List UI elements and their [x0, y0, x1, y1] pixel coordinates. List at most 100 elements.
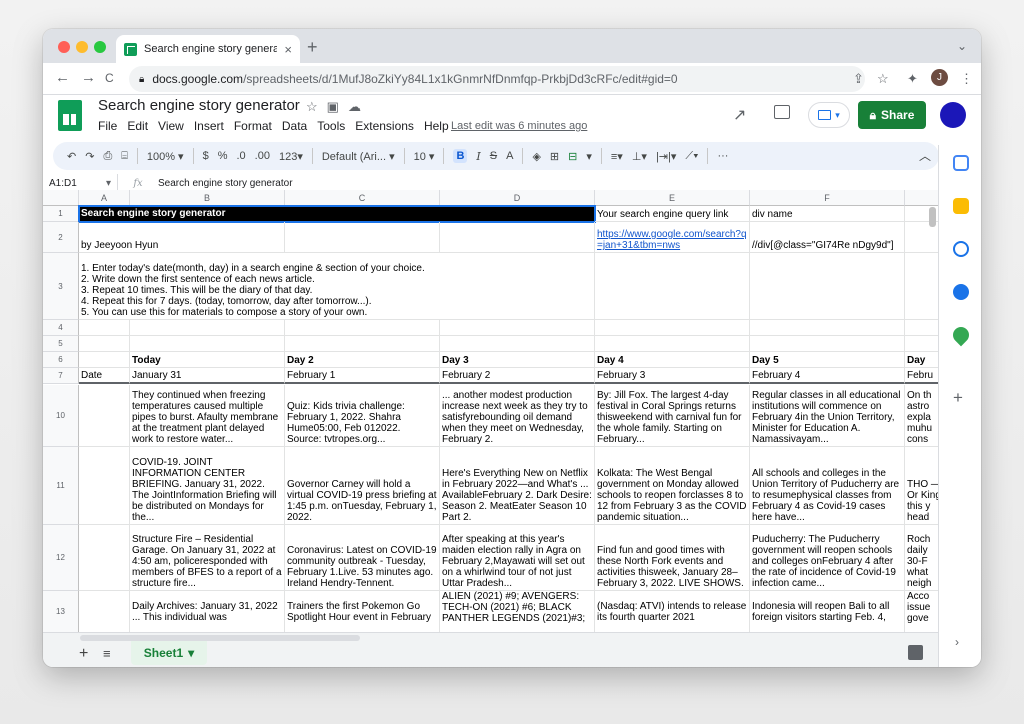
print-icon[interactable]: ⎙ [103, 150, 112, 163]
vertical-scrollbar[interactable] [929, 207, 936, 227]
news-cell[interactable]: Coronavirus: Latest on COVID-19 communit… [285, 525, 440, 591]
news-cell[interactable]: Daily Archives: January 31, 2022 ... Thi… [130, 591, 285, 632]
menu-edit[interactable]: Edit [127, 119, 148, 133]
query-link[interactable]: https://www.google.com/search?q=jan+31&t… [597, 229, 747, 251]
menu-help[interactable]: Help [424, 119, 449, 133]
more-options-button[interactable]: ··· [717, 150, 728, 162]
row-header[interactable]: 13 [43, 591, 79, 632]
menu-view[interactable]: View [158, 119, 184, 133]
news-cell[interactable]: Governor Carney will hold a virtual COVI… [285, 447, 440, 525]
column-header-e[interactable]: E [595, 190, 750, 206]
select-all-corner[interactable] [43, 190, 79, 206]
news-cell[interactable]: Quiz: Kids trivia challenge: February 1,… [285, 385, 440, 447]
extensions-puzzle-icon[interactable]: ✦ [907, 71, 918, 87]
day-header-cell[interactable]: Day 2 [285, 352, 440, 368]
cell[interactable] [595, 336, 750, 352]
text-rotate-icon[interactable]: ⟋▾ [685, 150, 698, 163]
menu-data[interactable]: Data [282, 119, 307, 133]
all-sheets-list-icon[interactable]: ≡ [103, 646, 111, 661]
row-header[interactable]: 1 [43, 206, 79, 222]
cell[interactable] [440, 336, 595, 352]
cell[interactable] [285, 320, 440, 336]
user-avatar[interactable] [940, 102, 966, 128]
close-window-icon[interactable] [58, 41, 70, 53]
cell[interactable] [79, 336, 130, 352]
date-cell[interactable]: February 1 [285, 368, 440, 384]
tasks-icon[interactable] [953, 241, 969, 257]
news-cell[interactable]: Kolkata: The West Bengal government on M… [595, 447, 750, 525]
tab-close-icon[interactable]: × [284, 42, 292, 57]
news-cell[interactable]: On th astro expla muhu cons [905, 385, 938, 447]
cell-f3[interactable] [750, 253, 905, 320]
cell[interactable] [285, 336, 440, 352]
cell[interactable] [440, 320, 595, 336]
news-cell[interactable]: Trainers the first Pokemon Go Spotlight … [285, 591, 440, 632]
date-cell[interactable]: Febru [905, 368, 938, 384]
menu-insert[interactable]: Insert [194, 119, 224, 133]
row-header[interactable]: 6 [43, 352, 79, 368]
cell[interactable] [79, 320, 130, 336]
add-sheet-button[interactable]: + [79, 645, 88, 663]
italic-button[interactable]: I [476, 150, 480, 163]
new-tab-button[interactable]: + [307, 37, 318, 58]
column-header-d[interactable]: D [440, 190, 595, 206]
day-header-cell[interactable]: Day [905, 352, 938, 368]
document-title[interactable]: Search engine story generator [98, 97, 300, 114]
bookmark-star-icon[interactable]: ☆ [877, 71, 889, 87]
news-cell[interactable]: (Nasdaq: ATVI) intends to release its fo… [595, 591, 750, 632]
font-size-select[interactable]: 10 ▾ [414, 150, 435, 163]
cell-g3[interactable] [905, 253, 938, 320]
keep-icon[interactable] [953, 198, 969, 214]
text-color-button[interactable]: A [506, 150, 513, 162]
share-page-icon[interactable]: ⇪ [853, 71, 864, 87]
cell[interactable] [79, 447, 130, 525]
strikethrough-button[interactable]: S [490, 150, 497, 162]
news-cell[interactable]: Here's Everything New on Netflix in Febr… [440, 447, 595, 525]
maximize-window-icon[interactable] [94, 41, 106, 53]
minimize-window-icon[interactable] [76, 41, 88, 53]
zoom-select[interactable]: 100% ▾ [147, 150, 184, 163]
menu-tools[interactable]: Tools [317, 119, 345, 133]
row-header[interactable]: 10 [43, 385, 79, 447]
spreadsheet-grid[interactable]: A B C D E F 1 Search engine story genera… [43, 190, 938, 632]
merge-dropdown-icon[interactable]: ▾ [586, 150, 592, 163]
cell-a2[interactable]: by Jeeyoon Hyun [79, 222, 285, 253]
undo-icon[interactable]: ↶ [67, 150, 76, 163]
browser-tab[interactable]: Search engine story generator × [116, 35, 300, 63]
menu-file[interactable]: File [98, 119, 117, 133]
day-header-cell[interactable]: Day 5 [750, 352, 905, 368]
paint-format-icon[interactable]: ⌸ [121, 150, 128, 163]
browser-profile-avatar[interactable]: J [931, 69, 948, 86]
cell[interactable] [79, 525, 130, 591]
news-cell[interactable]: ... another modest production increase n… [440, 385, 595, 447]
date-cell[interactable]: January 31 [130, 368, 285, 384]
date-cell[interactable]: February 2 [440, 368, 595, 384]
cell[interactable] [79, 352, 130, 368]
collapse-menu-chevron-icon[interactable]: ︿ [919, 147, 931, 164]
cell[interactable] [79, 591, 130, 632]
more-formats-select[interactable]: 123▾ [279, 150, 303, 163]
row-header[interactable]: 4 [43, 320, 79, 336]
show-side-panel-chevron-icon[interactable]: › [955, 635, 959, 649]
news-cell[interactable]: Acco issue gove [905, 591, 938, 632]
tab-search-chevron-icon[interactable]: ⌄ [957, 39, 967, 53]
column-header-f[interactable]: F [750, 190, 905, 206]
column-header-c[interactable]: C [285, 190, 440, 206]
news-cell[interactable]: After speaking at this year's maiden ele… [440, 525, 595, 591]
merge-cells-icon[interactable]: ⊟ [568, 150, 577, 163]
cloud-status-icon[interactable]: ☁ [348, 99, 370, 114]
maps-icon[interactable] [949, 323, 973, 347]
news-cell[interactable]: All schools and colleges in the Union Te… [750, 447, 905, 525]
sheet-tab-sheet1[interactable]: Sheet1 ▾ [131, 641, 207, 665]
news-cell[interactable]: Structure Fire – Residential Garage. On … [130, 525, 285, 591]
news-cell[interactable]: By: Jill Fox. The largest 4-day festival… [595, 385, 750, 447]
back-button[interactable]: ← [55, 69, 70, 86]
activity-trend-icon[interactable]: ↗ [733, 105, 746, 125]
cell[interactable] [79, 385, 130, 447]
row-header[interactable]: 3 [43, 253, 79, 320]
menu-extensions[interactable]: Extensions [355, 119, 414, 133]
date-cell[interactable]: February 4 [750, 368, 905, 384]
browser-menu-icon[interactable]: ⋮ [960, 71, 973, 87]
merged-title-cell[interactable]: Search engine story generator [78, 205, 596, 223]
cell-f2[interactable]: //div[@class="GI74Re nDgy9d"] [750, 222, 905, 253]
